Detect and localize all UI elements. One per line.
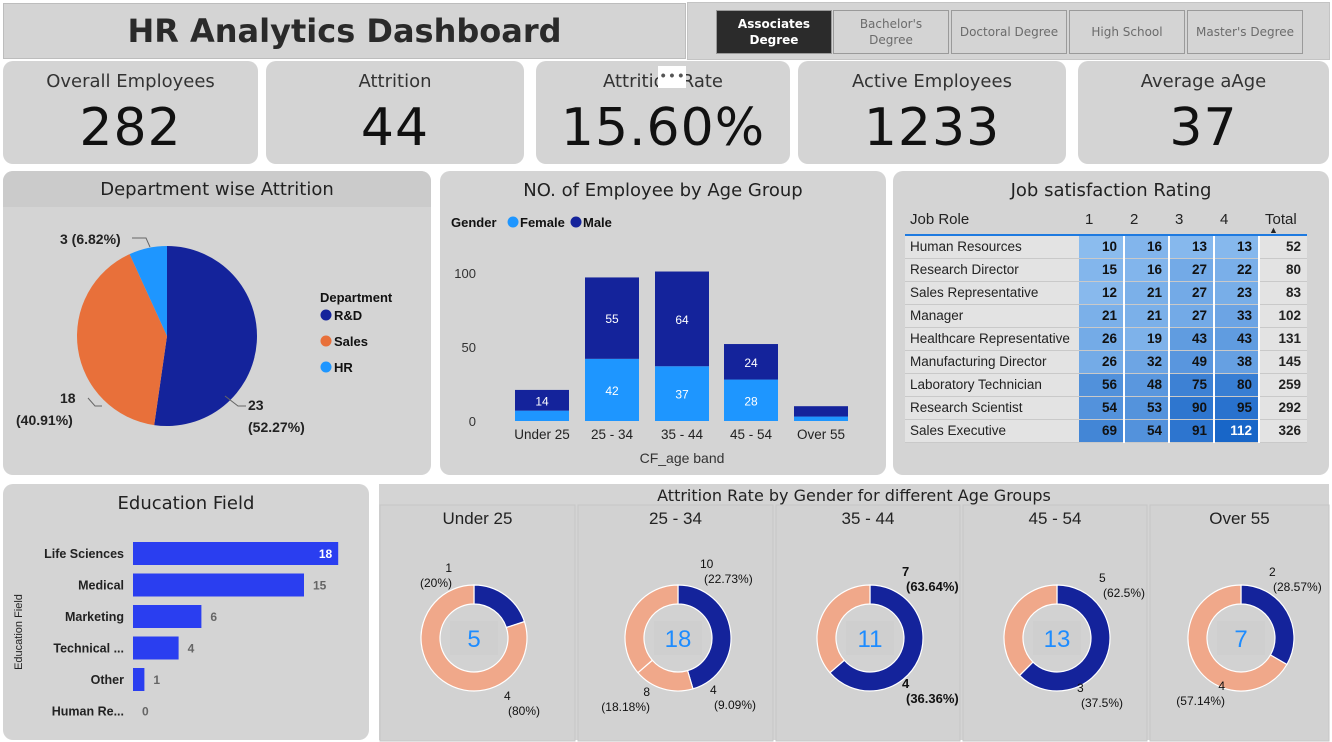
donut-group-title: Over 55 [1209,509,1269,528]
donut-label-pct: (37.5%) [1081,696,1123,710]
donut-total: 13 [1044,626,1071,653]
donut-label-count: 7 [902,564,909,579]
donut-total: 18 [665,626,692,653]
donut-group-title: 25 - 34 [649,509,702,528]
donut-charts: Under 25 25 - 34 35 - 44 45 - 54 Over 55 5 18… [379,504,1330,742]
donut-label-pct: (80%) [508,704,540,718]
donut-total: 5 [467,626,480,653]
donut-label-count: 4 [1218,679,1225,693]
donut-label-count: 3 [1077,681,1084,695]
donut-label-pct: (63.64%) [906,579,959,594]
donut-label-count: 4 [902,676,910,691]
donut-label-count: 8 [643,685,650,699]
donut-label-pct: (22.73%) [704,572,753,586]
donut-label-count: 10 [700,557,714,571]
donut-label-count: 5 [1099,571,1106,585]
donut-label-count: 2 [1269,565,1276,579]
donut-label-pct: (20%) [420,576,452,590]
donut-group-title: 45 - 54 [1029,509,1082,528]
donut-total: 7 [1234,626,1247,653]
donut-label-pct: (18.18%) [601,700,650,714]
donut-label-count: 4 [504,689,511,703]
donut-label-pct: (62.5%) [1103,586,1145,600]
donut-label-pct: (36.36%) [906,691,959,706]
donut-group-title: 35 - 44 [842,509,895,528]
donut-label-count: 1 [445,561,452,575]
donut-total: 11 [858,626,883,653]
donut-label-count: 4 [710,683,717,697]
donut-label-pct: (9.09%) [714,698,756,712]
donut-label-pct: (57.14%) [1176,694,1225,708]
donut-label-pct: (28.57%) [1273,580,1322,594]
donut-group-title: Under 25 [443,509,513,528]
